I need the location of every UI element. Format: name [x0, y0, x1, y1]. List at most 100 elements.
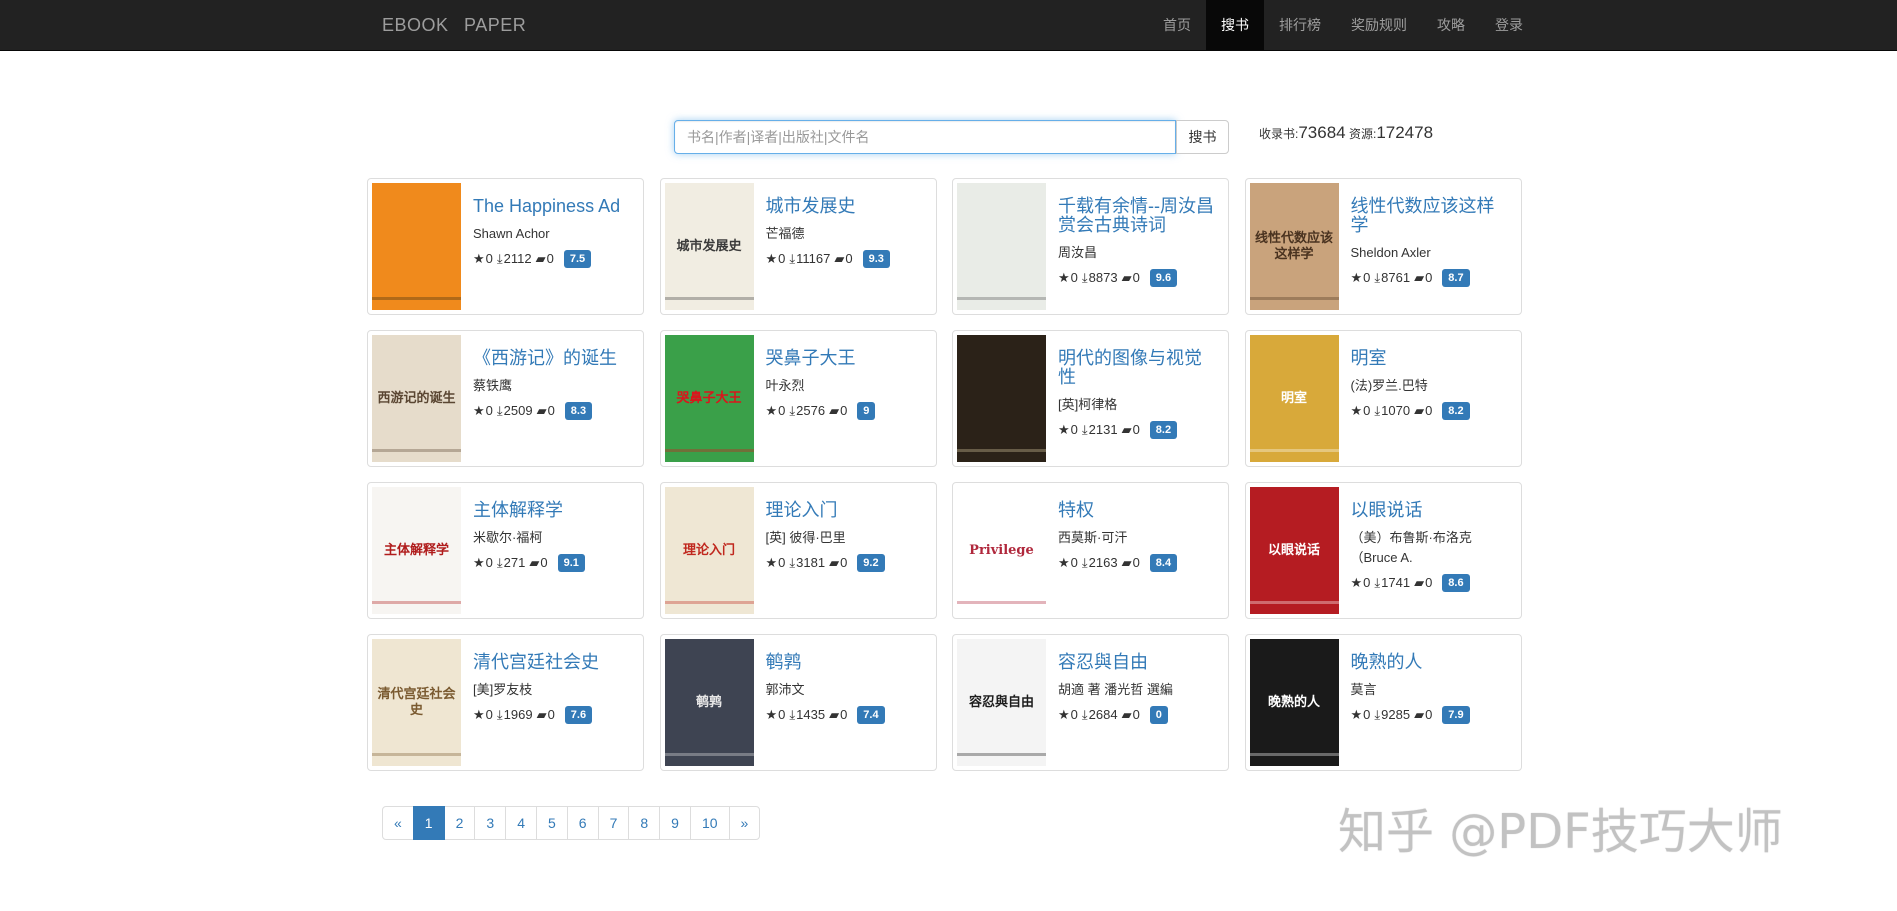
nav-item-ranking[interactable]: 排行榜 — [1264, 0, 1336, 50]
book-cover-image[interactable]: 城市发展史 — [664, 183, 754, 310]
pagination-page[interactable]: 1 — [412, 806, 445, 840]
book-card[interactable]: 城市发展史 城市发展史 芒福德 ★ 0 ⤓ 11167 ▰ 0 9.3 — [659, 178, 937, 315]
comments-count: 0 — [1132, 707, 1140, 722]
download-icon: ⤓ — [1374, 575, 1381, 590]
book-cover-image[interactable]: 西游记的诞生 — [372, 335, 461, 462]
cover-decoration — [372, 449, 461, 452]
book-cover-image[interactable]: 主体解释学 — [372, 487, 461, 614]
download-icon: ⤓ — [496, 251, 503, 266]
cover-decoration — [664, 297, 754, 300]
pagination-page[interactable]: 9 — [659, 806, 691, 840]
books-count: 73684 — [1298, 123, 1346, 142]
book-cover-image[interactable] — [957, 335, 1046, 462]
book-card[interactable]: 哭鼻子大王 哭鼻子大王 叶永烈 ★ 0 ⤓ 2576 ▰ 0 9 — [659, 330, 937, 467]
book-title-link[interactable]: 明代的图像与视觉性 — [1058, 349, 1218, 387]
comments-count: 0 — [546, 251, 554, 266]
book-cover-image[interactable]: 鹌鹑 — [664, 639, 754, 766]
downloads-count: 1969 — [503, 707, 533, 722]
cover-decoration — [957, 297, 1046, 300]
book-cover-image[interactable] — [372, 183, 461, 310]
book-card[interactable]: 西游记的诞生 《西游记》的诞生 蔡铁鹰 ★ 0 ⤓ 2509 ▰ 0 8.3 — [367, 330, 644, 467]
brand-logo[interactable]: EBOOK PAPER — [382, 0, 526, 50]
pagination-page[interactable]: 6 — [566, 806, 599, 840]
book-title-link[interactable]: 特权 — [1058, 501, 1218, 520]
book-title-link[interactable]: The Happiness Ad — [473, 197, 633, 216]
cover-decoration — [957, 449, 1046, 452]
book-card[interactable]: 晚熟的人 晚熟的人 莫言 ★ 0 ⤓ 9285 ▰ 0 7.9 — [1244, 634, 1522, 771]
star-icon: ★ — [765, 555, 778, 570]
book-card[interactable]: 千载有余情--周汝昌赏会古典诗词 周汝昌 ★ 0 ⤓ 8873 ▰ 0 9.6 — [952, 178, 1229, 315]
downloads-count: 2163 — [1088, 555, 1118, 570]
book-card[interactable]: 明室 明室 (法)罗兰.巴特 ★ 0 ⤓ 1070 ▰ 0 8.2 — [1244, 330, 1522, 467]
book-cover-image[interactable]: 以眼说话 — [1249, 487, 1339, 614]
search-input[interactable] — [674, 120, 1176, 154]
pagination-page[interactable]: 7 — [597, 806, 630, 840]
book-cover-image[interactable] — [957, 183, 1046, 310]
search-button[interactable]: 搜书 — [1176, 120, 1229, 154]
book-title-link[interactable]: 《西游记》的诞生 — [473, 349, 633, 368]
zhihu-watermark: 知乎 @PDF技巧大师 — [1338, 804, 1783, 860]
comment-icon: ▰ — [535, 251, 546, 266]
book-card[interactable]: 主体解释学 主体解释学 米歇尔·福柯 ★ 0 ⤓ 271 ▰ 0 9.1 — [367, 482, 644, 619]
book-title-link[interactable]: 明室 — [1351, 349, 1511, 368]
book-cover-image[interactable]: Privilege — [957, 487, 1046, 614]
pagination-prev[interactable]: « — [382, 806, 414, 840]
book-title-link[interactable]: 线性代数应该这样学 — [1351, 197, 1511, 235]
comments-count: 0 — [840, 707, 848, 722]
book-cover-image[interactable]: 线性代数应该这样学 — [1249, 183, 1339, 310]
book-meta: ★ 0 ⤓ 3181 ▰ 0 9.2 — [766, 554, 926, 572]
book-cover-image[interactable]: 清代宫廷社会史 — [372, 639, 461, 766]
stars-count: 0 — [778, 251, 786, 266]
book-author: [英]柯律格 — [1058, 397, 1118, 412]
book-info: 城市发展史 芒福德 ★ 0 ⤓ 11167 ▰ 0 9.3 — [766, 193, 926, 268]
book-info: 清代宫廷社会史 [美]罗友枝 ★ 0 ⤓ 1969 ▰ 0 7.6 — [473, 649, 633, 724]
stars-count: 0 — [485, 403, 493, 418]
book-title-link[interactable]: 千载有余情--周汝昌赏会古典诗词 — [1058, 197, 1218, 235]
book-cover-image[interactable]: 容忍與自由 — [957, 639, 1046, 766]
book-card[interactable]: Privilege 特权 西莫斯·可汗 ★ 0 ⤓ 2163 ▰ 0 8.4 — [952, 482, 1229, 619]
book-cover-image[interactable]: 晚熟的人 — [1249, 639, 1339, 766]
book-meta: ★ 0 ⤓ 1435 ▰ 0 7.4 — [766, 706, 926, 724]
book-meta: ★ 0 ⤓ 1070 ▰ 0 8.2 — [1351, 402, 1511, 420]
book-card[interactable]: 以眼说话 以眼说话 （美）布鲁斯·布洛克（Bruce A. ★ 0 ⤓ 1741 ▰… — [1244, 482, 1522, 619]
nav-item-search-books[interactable]: 搜书 — [1206, 0, 1264, 50]
book-author: 蔡铁鹰 — [473, 378, 513, 393]
comment-icon: ▰ — [829, 403, 840, 418]
book-card[interactable]: 清代宫廷社会史 清代宫廷社会史 [美]罗友枝 ★ 0 ⤓ 1969 ▰ 0 7.6 — [367, 634, 644, 771]
book-info: The Happiness Ad Shawn Achor ★ 0 ⤓ 2112 ▰ 0… — [473, 193, 633, 268]
book-card[interactable]: 线性代数应该这样学 线性代数应该这样学 Sheldon Axler ★ 0 ⤓ 87… — [1244, 178, 1522, 315]
pagination-page[interactable]: 2 — [443, 806, 476, 840]
book-card[interactable]: 鹌鹑 鹌鹑 郭沛文 ★ 0 ⤓ 1435 ▰ 0 7.4 — [659, 634, 937, 771]
book-card[interactable]: 理论入门 理论入门 [英] 彼得·巴里 ★ 0 ⤓ 3181 ▰ 0 9.2 — [659, 482, 937, 619]
book-author: 胡適 著 潘光哲 選編 — [1058, 682, 1173, 697]
book-cover-image[interactable]: 明室 — [1249, 335, 1339, 462]
book-title-link[interactable]: 晚熟的人 — [1351, 653, 1511, 672]
nav-item-login[interactable]: 登录 — [1480, 0, 1538, 50]
book-cover-image[interactable]: 理论入门 — [664, 487, 754, 614]
book-title-link[interactable]: 主体解释学 — [473, 501, 633, 520]
nav-item-guide[interactable]: 攻略 — [1422, 0, 1480, 50]
book-title-link[interactable]: 容忍與自由 — [1058, 653, 1218, 672]
stars-count: 0 — [778, 707, 786, 722]
book-author: [美]罗友枝 — [473, 682, 533, 697]
book-card[interactable]: The Happiness Ad Shawn Achor ★ 0 ⤓ 2112 ▰ 0… — [367, 178, 644, 315]
book-title-link[interactable]: 城市发展史 — [766, 197, 926, 216]
book-title-link[interactable]: 哭鼻子大王 — [766, 349, 926, 368]
book-title-link[interactable]: 理论入门 — [766, 501, 926, 520]
pagination-page[interactable]: 3 — [474, 806, 507, 840]
cover-title-text: 鹌鹑 — [695, 694, 722, 710]
nav-item-reward-rules[interactable]: 奖励规则 — [1336, 0, 1422, 50]
book-cover-image[interactable]: 哭鼻子大王 — [664, 335, 754, 462]
book-title-link[interactable]: 鹌鹑 — [766, 653, 926, 672]
pagination-next[interactable]: » — [728, 806, 761, 840]
pagination-page[interactable]: 5 — [535, 806, 568, 840]
comments-count: 0 — [547, 403, 555, 418]
book-title-link[interactable]: 清代宫廷社会史 — [473, 653, 633, 672]
book-card[interactable]: 明代的图像与视觉性 [英]柯律格 ★ 0 ⤓ 2131 ▰ 0 8.2 — [952, 330, 1229, 467]
book-card[interactable]: 容忍與自由 容忍與自由 胡適 著 潘光哲 選編 ★ 0 ⤓ 2684 ▰ 0 0 — [952, 634, 1229, 771]
pagination-page[interactable]: 8 — [628, 806, 661, 840]
pagination-page[interactable]: 10 — [689, 806, 730, 840]
pagination-page[interactable]: 4 — [505, 806, 537, 840]
nav-item-home[interactable]: 首页 — [1148, 0, 1206, 50]
book-title-link[interactable]: 以眼说话 — [1351, 501, 1511, 520]
